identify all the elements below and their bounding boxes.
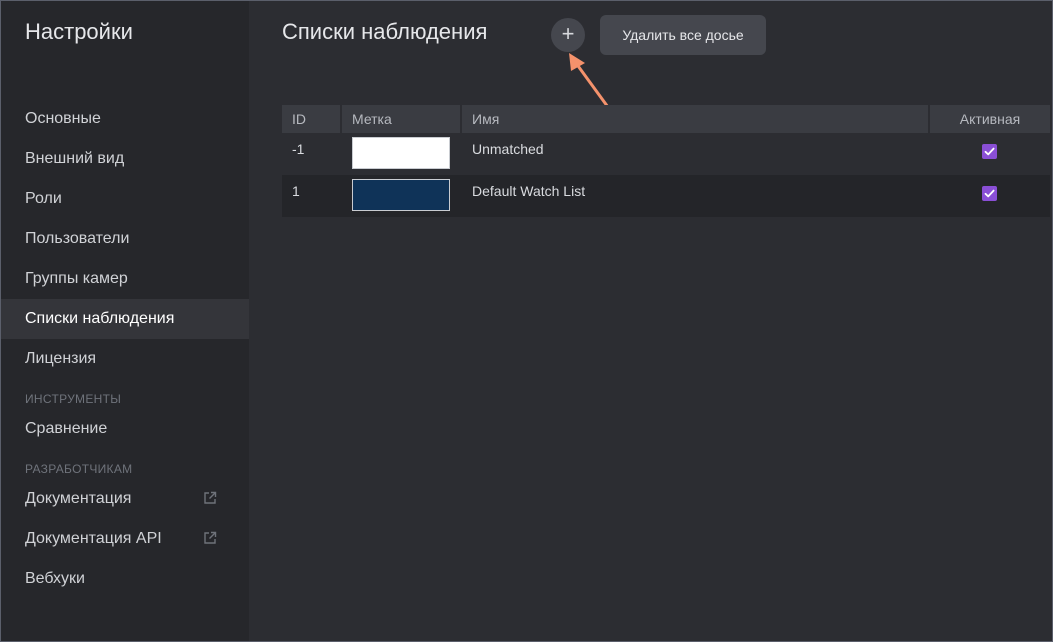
sidebar-item-general[interactable]: Основные [1,99,249,139]
table-row[interactable]: -1 Unmatched [282,133,1050,175]
column-header-active[interactable]: Активная [930,105,1050,133]
sidebar-item-watch-lists[interactable]: Списки наблюдения [1,299,249,339]
cell-id: -1 [292,141,305,157]
external-link-icon [204,491,217,504]
color-swatch[interactable] [352,137,450,169]
sidebar-item-roles[interactable]: Роли [1,179,249,219]
sidebar-section-developers: РАЗРАБОТЧИКАМ [25,462,133,476]
sidebar-item-documentation[interactable]: Документация [1,479,249,519]
cell-id: 1 [292,183,300,199]
sidebar-item-users[interactable]: Пользователи [1,219,249,259]
plus-icon: + [561,21,575,46]
sidebar-item-label: Документация API [25,530,162,547]
check-icon [984,147,995,156]
sidebar-item-api-documentation[interactable]: Документация API [1,519,249,559]
sidebar-item-camera-groups[interactable]: Группы камер [1,259,249,299]
sidebar-item-appearance[interactable]: Внешний вид [1,139,249,179]
sidebar-section-tools: ИНСТРУМЕНТЫ [25,392,122,406]
add-watch-list-button[interactable]: + [551,18,585,52]
app-window: Настройки Основные Внешний вид Роли Поль… [0,0,1053,642]
active-checkbox[interactable] [982,144,997,159]
external-link-icon [204,531,217,544]
cell-name: Default Watch List [472,183,586,199]
column-header-name[interactable]: Имя [462,105,928,133]
sidebar-item-webhooks[interactable]: Вебхуки [1,559,249,599]
sidebar-item-license[interactable]: Лицензия [1,339,249,379]
column-header-id[interactable]: ID [282,105,340,133]
color-swatch[interactable] [352,179,450,211]
column-header-label[interactable]: Метка [342,105,460,133]
table-row[interactable]: 1 Default Watch List [282,175,1050,217]
sidebar-title: Настройки [25,19,133,44]
page-title: Списки наблюдения [282,19,488,44]
check-icon [984,189,995,198]
sidebar-item-label: Документация [25,490,132,507]
sidebar: Настройки Основные Внешний вид Роли Поль… [1,1,249,641]
active-checkbox[interactable] [982,186,997,201]
table-header: ID Метка Имя Активная [282,105,1050,133]
cell-name: Unmatched [472,141,544,157]
watch-lists-table: ID Метка Имя Активная -1 Unmatched 1 Def… [282,105,1050,217]
sidebar-nav: Основные Внешний вид Роли Пользователи Г… [1,99,249,599]
sidebar-item-compare[interactable]: Сравнение [1,409,249,449]
